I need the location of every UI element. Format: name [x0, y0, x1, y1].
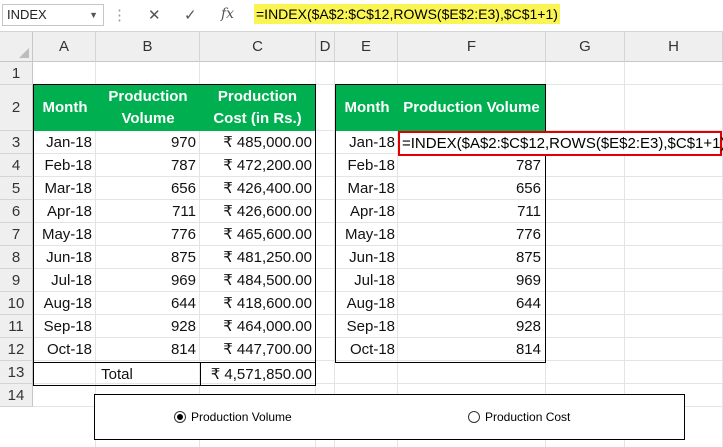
column-header-h[interactable]: H: [625, 32, 723, 62]
chevron-down-icon[interactable]: ▼: [89, 5, 98, 25]
row-header-14[interactable]: 14: [0, 384, 33, 407]
row-header-9[interactable]: 9: [0, 269, 33, 292]
row-header-7[interactable]: 7: [0, 223, 33, 246]
row-header-1[interactable]: 1: [0, 62, 33, 85]
row-header-2[interactable]: 2: [0, 85, 33, 131]
total-vdivider: [200, 362, 201, 386]
total-divider: [33, 362, 316, 363]
row-header-12[interactable]: 12: [0, 338, 33, 361]
gridline-vertical: [624, 62, 625, 447]
spreadsheet-grid: ABCDEFGH 1 2 3 4 5 6 7 8 9 10 11 12 13 14 Month Produ…: [0, 32, 723, 447]
column-header-e[interactable]: E: [335, 32, 398, 62]
option-group: Production Volume Production Cost: [94, 394, 685, 440]
row-header-5[interactable]: 5: [0, 177, 33, 200]
table2-border: [335, 84, 546, 363]
name-box[interactable]: INDEX ▼: [2, 4, 104, 26]
more-options-icon: ⋮: [112, 7, 127, 24]
table1-border: [33, 84, 316, 386]
option-production-volume[interactable]: Production Volume: [174, 410, 292, 424]
option-label: Production Cost: [485, 410, 571, 424]
radio-selected-icon[interactable]: [174, 411, 186, 423]
row-header-3[interactable]: 3: [0, 131, 33, 154]
enter-icon[interactable]: ✓: [184, 6, 197, 24]
fx-icon[interactable]: fx: [221, 6, 234, 22]
row-header-11[interactable]: 11: [0, 315, 33, 338]
column-header-d[interactable]: D: [316, 32, 335, 62]
column-header-b[interactable]: B: [96, 32, 200, 62]
row-header-8[interactable]: 8: [0, 246, 33, 269]
column-header-f[interactable]: F: [398, 32, 546, 62]
column-header-a[interactable]: A: [33, 32, 96, 62]
cancel-icon[interactable]: ✕: [148, 6, 161, 24]
row-header-13[interactable]: 13: [0, 361, 33, 384]
formula-input[interactable]: =INDEX($A$2:$C$12,ROWS($E$2:E3),$C$1+1): [249, 2, 721, 29]
column-header-c[interactable]: C: [200, 32, 316, 62]
radio-unselected-icon[interactable]: [468, 411, 480, 423]
option-production-cost[interactable]: Production Cost: [468, 410, 570, 424]
name-box-value: INDEX: [7, 7, 47, 22]
row-header-4[interactable]: 4: [0, 154, 33, 177]
editing-cell-f3[interactable]: =INDEX($A$2:$C$12,ROWS($E$2:E3),$C$1+1): [398, 131, 723, 156]
formula-bar: INDEX ▼ ⋮ ✕ ✓ fx =INDEX($A$2:$C$12,ROWS(…: [0, 0, 723, 32]
select-all-corner[interactable]: [0, 32, 33, 62]
row-header-10[interactable]: 10: [0, 292, 33, 315]
option-label: Production Volume: [191, 410, 292, 424]
formula-text: =INDEX($A$2:$C$12,ROWS($E$2:E3),$C$1+1): [254, 4, 560, 24]
column-header-g[interactable]: G: [546, 32, 625, 62]
row-header-6[interactable]: 6: [0, 200, 33, 223]
